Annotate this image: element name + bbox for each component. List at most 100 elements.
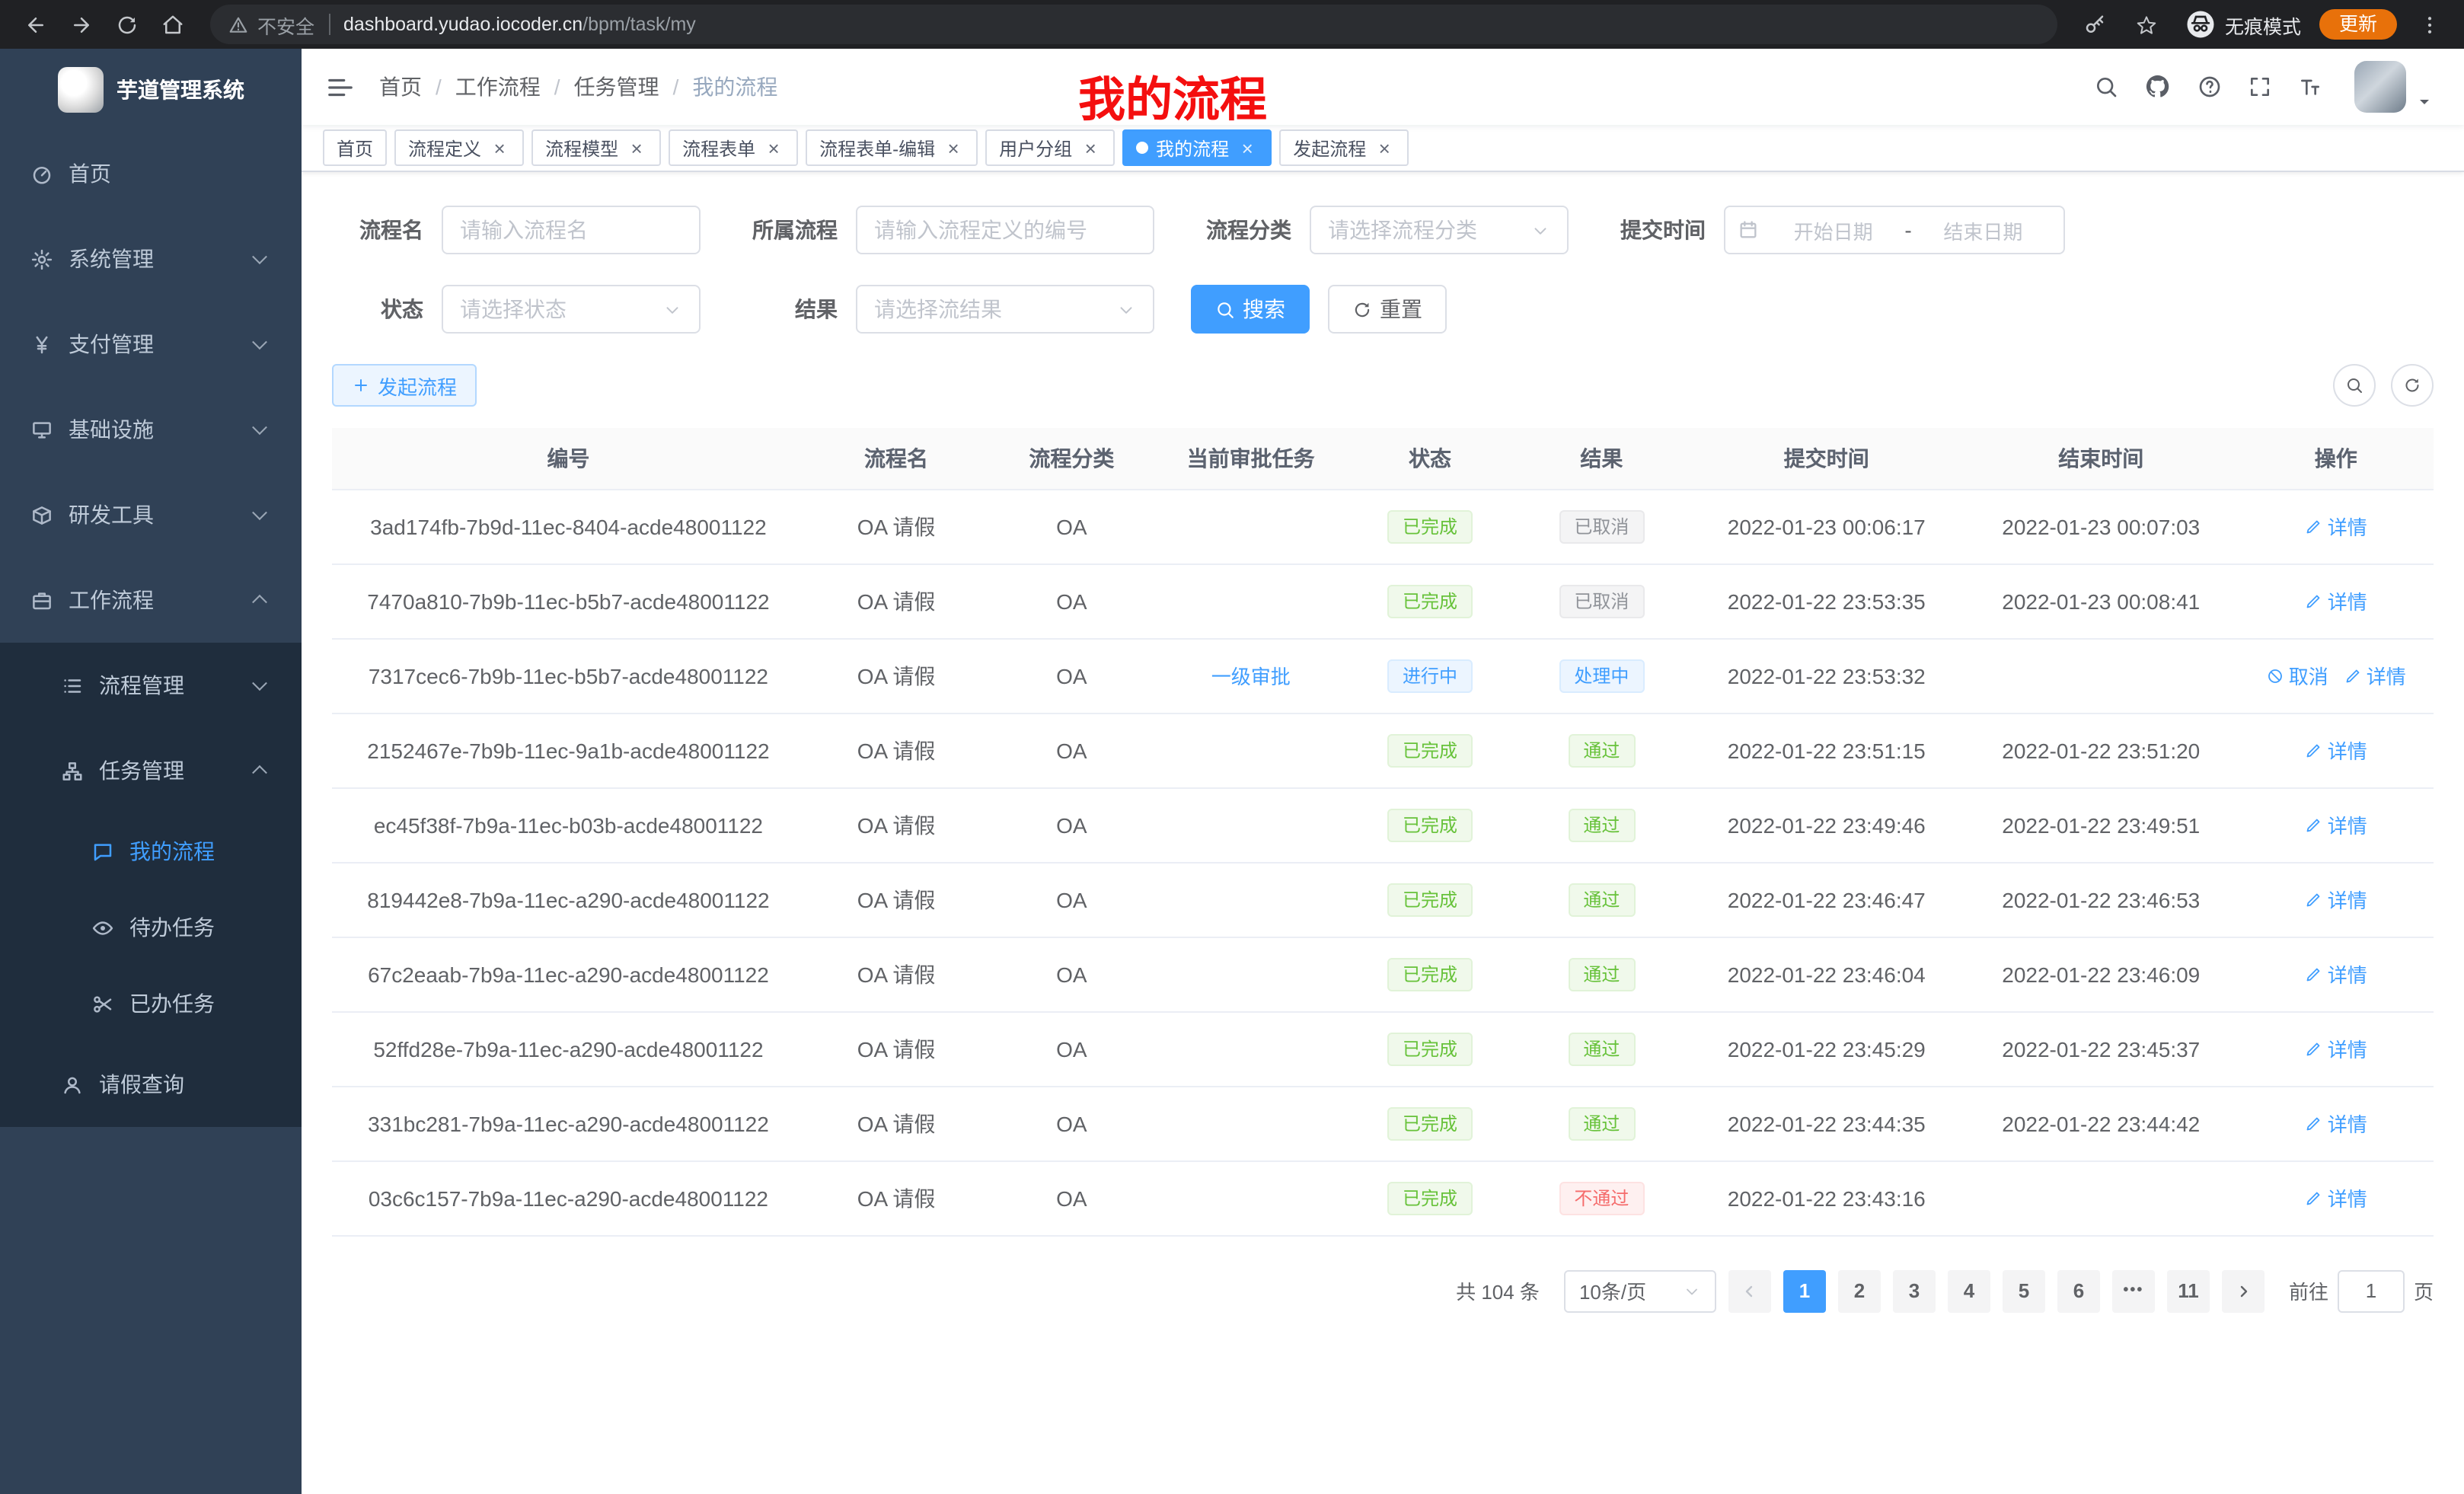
app-title: 芋道管理系统	[116, 75, 244, 105]
task-link[interactable]: 一级审批	[1211, 661, 1291, 690]
status-select[interactable]: 请选择状态	[442, 285, 701, 334]
cell-actions: 详情	[2239, 787, 2434, 862]
process-name-input[interactable]: 请输入流程名	[442, 206, 701, 254]
search-button[interactable]: 搜索	[1191, 285, 1310, 334]
docs-icon[interactable]	[2197, 75, 2222, 99]
tab-process-model[interactable]: 流程模型×	[531, 129, 661, 166]
back-icon[interactable]	[15, 5, 55, 44]
sidebar-item-task-mgmt[interactable]: 任务管理	[0, 728, 302, 813]
tab-close-icon[interactable]: ×	[1237, 137, 1258, 158]
tab-close-icon[interactable]: ×	[1374, 137, 1395, 158]
cell-category: OA	[988, 713, 1155, 787]
cancel-link[interactable]: 取消	[2266, 661, 2328, 690]
tab-process-form[interactable]: 流程表单×	[669, 129, 798, 166]
chevron-down-icon	[1116, 299, 1136, 319]
page-6-button[interactable]: 6	[2057, 1269, 2100, 1312]
not-secure-label: 不安全	[257, 10, 314, 39]
submit-time-range-input[interactable]: 开始日期 - 结束日期	[1724, 206, 2065, 254]
category-select[interactable]: 请选择流程分类	[1310, 206, 1569, 254]
result-label: 结果	[722, 294, 856, 324]
font-size-icon[interactable]	[2298, 75, 2322, 99]
tab-start-process[interactable]: 发起流程×	[1279, 129, 1409, 166]
address-bar[interactable]: 不安全 dashboard.yudao.iocoder.cn/bpm/task/…	[210, 5, 2057, 44]
sidebar-item-label: 系统管理	[69, 244, 154, 274]
create-process-button[interactable]: 发起流程	[332, 364, 477, 407]
page-size-select[interactable]: 10条/页	[1564, 1269, 1716, 1312]
breadcrumb-item[interactable]: 任务管理	[574, 72, 659, 102]
page-2-button[interactable]: 2	[1838, 1269, 1881, 1312]
forward-icon[interactable]	[61, 5, 101, 44]
update-button[interactable]: 更新	[2319, 9, 2397, 40]
sidebar-item-process-mgmt[interactable]: 流程管理	[0, 643, 302, 728]
hamburger-icon[interactable]	[326, 72, 355, 101]
sidebar-item-my-process[interactable]: 我的流程	[0, 813, 302, 889]
tab-close-icon[interactable]: ×	[1080, 137, 1101, 158]
detail-link[interactable]: 详情	[2305, 810, 2367, 839]
sidebar-item-leave-query[interactable]: 请假查询	[0, 1042, 302, 1127]
detail-link[interactable]: 详情	[2305, 736, 2367, 765]
sidebar-item-workflow[interactable]: 工作流程	[0, 557, 302, 643]
detail-link[interactable]: 详情	[2305, 512, 2367, 541]
page-4-button[interactable]: 4	[1948, 1269, 1990, 1312]
result-select[interactable]: 请选择流结果	[856, 285, 1154, 334]
page-1-button[interactable]: 1	[1783, 1269, 1826, 1312]
detail-link[interactable]: 详情	[2305, 586, 2367, 615]
breadcrumb-item[interactable]: 工作流程	[455, 72, 541, 102]
edit-icon	[2305, 1189, 2323, 1207]
detail-link[interactable]: 详情	[2305, 959, 2367, 988]
prev-page-button[interactable]	[1728, 1269, 1771, 1312]
status-badge: 已完成	[1387, 957, 1473, 991]
fullscreen-icon[interactable]	[2248, 75, 2272, 99]
user-avatar[interactable]	[2354, 61, 2406, 113]
goto-page-input[interactable]	[2338, 1269, 2405, 1312]
github-icon[interactable]	[2145, 73, 2172, 100]
reload-icon[interactable]	[107, 5, 146, 44]
bookmark-star-icon[interactable]	[2127, 5, 2167, 44]
breadcrumb-item[interactable]: 首页	[379, 72, 422, 102]
tab-close-icon[interactable]: ×	[626, 137, 647, 158]
cell-status: 已完成	[1346, 937, 1514, 1011]
tab-process-form-edit[interactable]: 流程表单-编辑×	[806, 129, 978, 166]
page-5-button[interactable]: 5	[2003, 1269, 2045, 1312]
detail-link[interactable]: 详情	[2305, 1183, 2367, 1212]
sidebar-item-payment[interactable]: 支付管理	[0, 302, 302, 387]
edit-icon	[2305, 1039, 2323, 1058]
search-button-label: 搜索	[1243, 294, 1285, 324]
cell-actions: 详情	[2239, 1160, 2434, 1235]
browser-home-icon[interactable]	[152, 5, 192, 44]
sidebar-item-infrastructure[interactable]: 基础设施	[0, 387, 302, 472]
parent-process-input[interactable]: 请输入流程定义的编号	[856, 206, 1154, 254]
page-more-button[interactable]: •••	[2112, 1269, 2155, 1312]
tab-process-definition[interactable]: 流程定义×	[394, 129, 524, 166]
sidebar-item-system[interactable]: 系统管理	[0, 216, 302, 302]
sidebar-item-devtools[interactable]: 研发工具	[0, 472, 302, 557]
tab-close-icon[interactable]: ×	[943, 137, 964, 158]
detail-link[interactable]: 详情	[2305, 1109, 2367, 1138]
page-3-button[interactable]: 3	[1893, 1269, 1936, 1312]
submit-time-label: 提交时间	[1590, 215, 1724, 245]
tab-label: 首页	[337, 135, 373, 161]
sidebar-item-home[interactable]: 首页	[0, 131, 302, 216]
sidebar-item-label: 已办任务	[129, 988, 215, 1019]
sidebar-item-todo-tasks[interactable]: 待办任务	[0, 889, 302, 966]
refresh-table-button[interactable]	[2391, 364, 2434, 407]
sidebar-item-label: 基础设施	[69, 414, 154, 445]
tab-my-process[interactable]: 我的流程×	[1122, 129, 1272, 166]
tab-close-icon[interactable]: ×	[763, 137, 784, 158]
tab-user-group[interactable]: 用户分组×	[985, 129, 1115, 166]
detail-link[interactable]: 详情	[2305, 885, 2367, 914]
detail-link[interactable]: 详情	[2344, 661, 2406, 690]
page-11-button[interactable]: 11	[2167, 1269, 2210, 1312]
browser-menu-icon[interactable]	[2409, 5, 2449, 44]
app-logo[interactable]: 芋道管理系统	[0, 49, 302, 131]
next-page-button[interactable]	[2222, 1269, 2265, 1312]
tab-home[interactable]: 首页	[323, 129, 387, 166]
tab-close-icon[interactable]: ×	[489, 137, 510, 158]
detail-link[interactable]: 详情	[2305, 1034, 2367, 1063]
header-search-icon[interactable]	[2095, 75, 2119, 99]
key-icon[interactable]	[2076, 5, 2115, 44]
cell-end-time: 2022-01-23 00:08:41	[1964, 563, 2239, 638]
sidebar-item-done-tasks[interactable]: 已办任务	[0, 966, 302, 1042]
toggle-search-button[interactable]	[2333, 364, 2376, 407]
reset-button[interactable]: 重置	[1328, 285, 1447, 334]
